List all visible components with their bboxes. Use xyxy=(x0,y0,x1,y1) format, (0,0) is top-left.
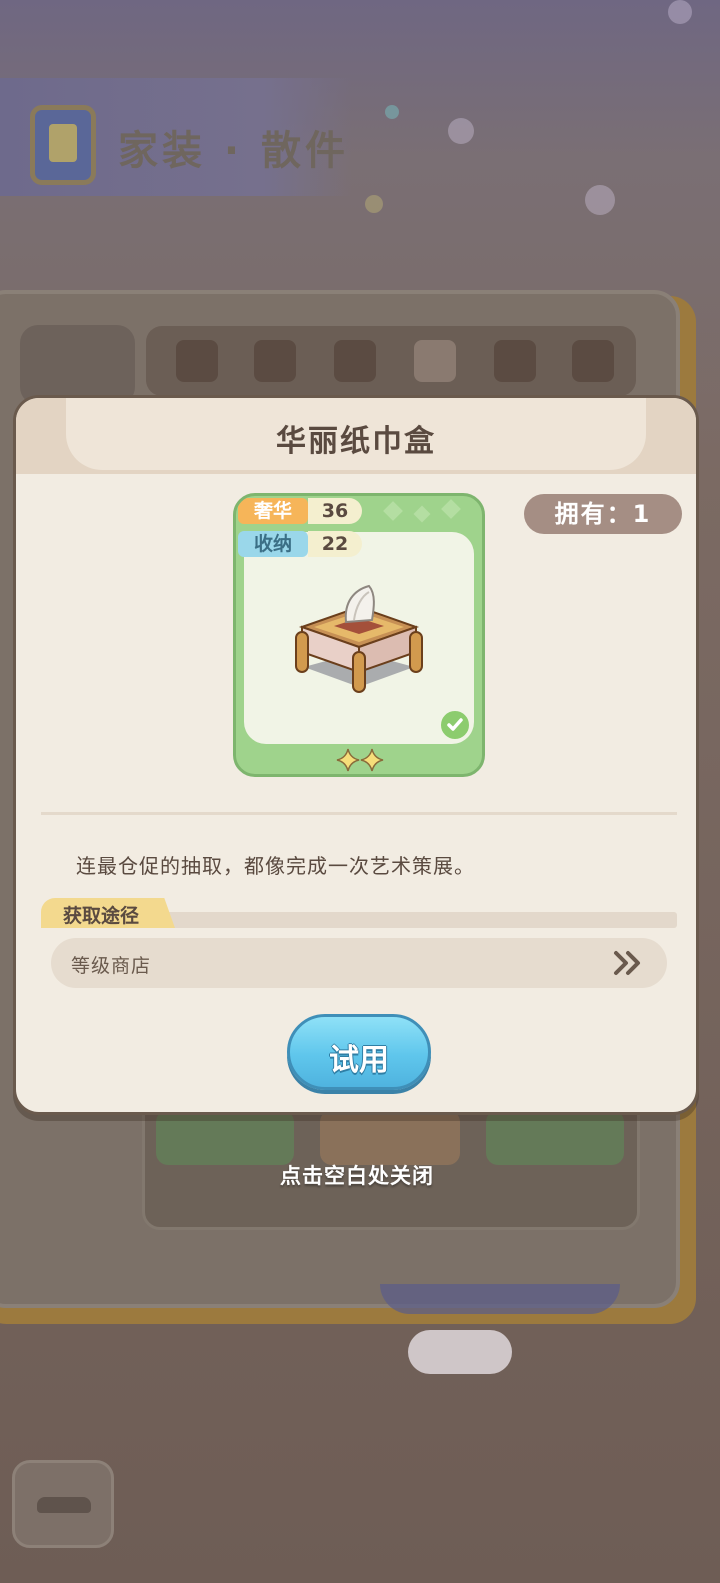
check-icon xyxy=(438,708,472,742)
category-tab-icon xyxy=(176,340,218,382)
sparkle-decoration xyxy=(668,0,692,24)
tissue-box-icon xyxy=(295,584,423,693)
close-hint: 点击空白处关闭 xyxy=(280,1164,434,1188)
item-description: 连最仓促的抽取，都像完成一次艺术策展。 xyxy=(76,854,475,878)
stat-luxury-value: 36 xyxy=(308,498,362,524)
sparkle-decoration xyxy=(585,185,615,215)
sparkle-decoration xyxy=(385,105,399,119)
background-header-title: 家装 · 散件 xyxy=(118,128,350,174)
dialog-title: 华丽纸巾盒 xyxy=(276,424,436,459)
try-button[interactable]: 试用 xyxy=(287,1014,431,1090)
source-section-label: 获取途径 xyxy=(63,905,140,927)
sparkle-decoration xyxy=(365,195,383,213)
item-card: 奢华 36 收纳 22 xyxy=(233,493,485,777)
background-item-card xyxy=(486,1110,624,1165)
category-tab-icon xyxy=(334,340,376,382)
source-item-level-shop[interactable]: 等级商店 xyxy=(51,938,667,988)
source-section-header: 获取途径 xyxy=(41,898,677,928)
try-button-label: 试用 xyxy=(329,1043,389,1078)
category-tab-icon xyxy=(572,340,614,382)
rarity-star-icon xyxy=(336,748,384,772)
background-tab-bar xyxy=(146,326,636,396)
ribbon-decoration xyxy=(380,1284,620,1314)
dialog-header: 华丽纸巾盒 xyxy=(16,398,696,474)
stat-storage-value: 22 xyxy=(308,531,362,557)
divider xyxy=(41,812,677,815)
background-side-box xyxy=(20,325,135,405)
sparkle-decoration xyxy=(448,118,474,144)
category-tab-icon xyxy=(254,340,296,382)
double-chevron-right-icon[interactable] xyxy=(611,948,645,978)
category-tab-icon xyxy=(414,340,456,382)
source-item-label: 等级商店 xyxy=(71,955,152,977)
background-item-card xyxy=(156,1110,294,1165)
stat-luxury-label: 奢华 xyxy=(238,498,308,524)
collapse-button xyxy=(12,1460,114,1548)
item-image-area xyxy=(244,532,474,744)
home-decor-icon xyxy=(30,105,96,185)
item-detail-dialog: 华丽纸巾盒 拥有：1 奢华 36 收纳 22 连最仓促的抽取，都像完成一次艺术策… xyxy=(13,395,699,1115)
category-tab-icon xyxy=(494,340,536,382)
stat-storage-label: 收纳 xyxy=(238,531,308,557)
bone-icon xyxy=(408,1330,512,1374)
owned-count-badge: 拥有：1 xyxy=(524,494,682,534)
background-item-card xyxy=(320,1110,460,1165)
